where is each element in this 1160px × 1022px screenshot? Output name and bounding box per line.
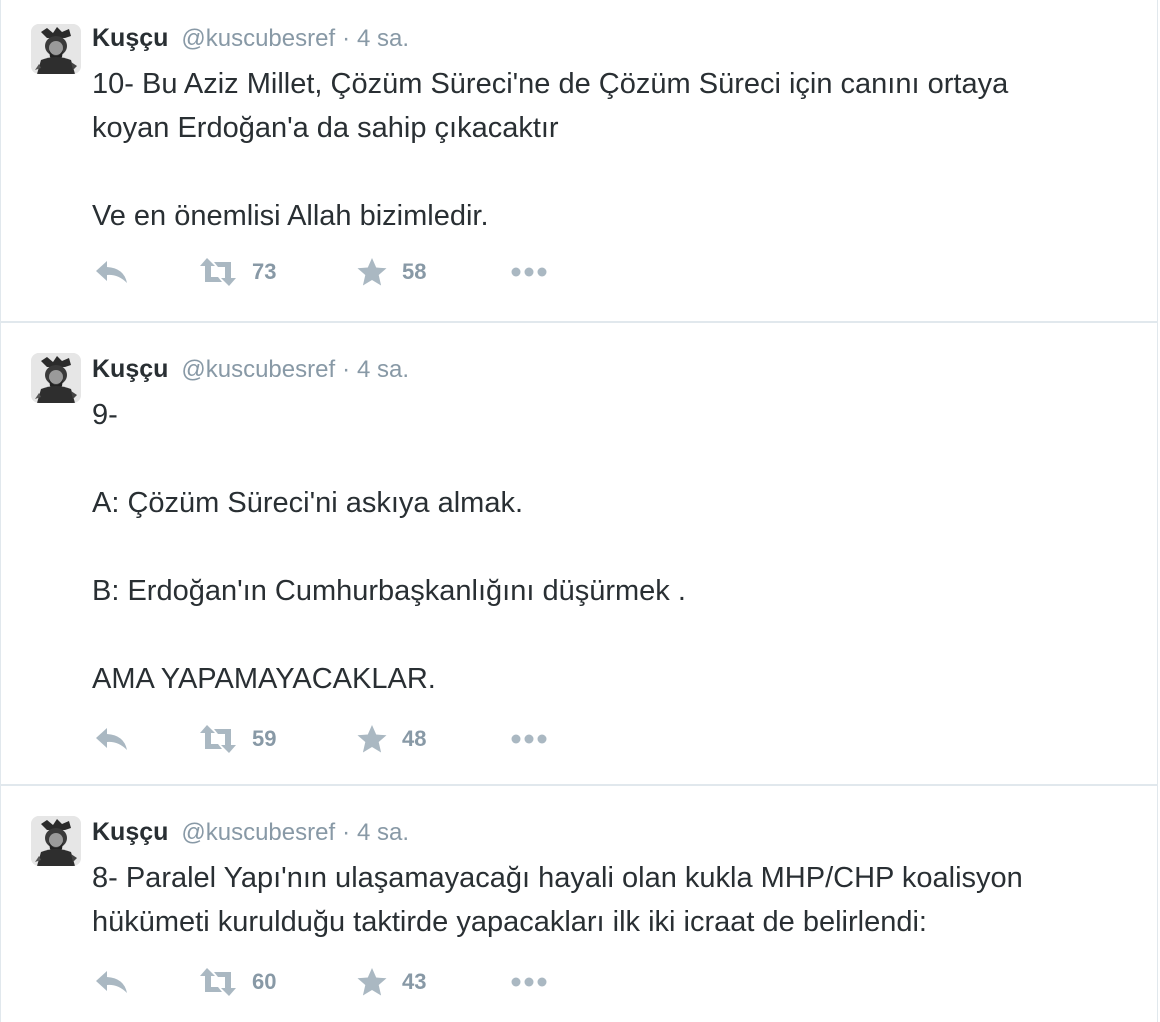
- meta-separator: ·: [342, 25, 351, 52]
- favorite-button[interactable]: 48: [356, 719, 426, 759]
- favorite-count: 43: [402, 969, 427, 994]
- tweet-text-line: [92, 437, 1137, 481]
- more-dots-icon: [511, 977, 547, 987]
- reply-button[interactable]: [94, 252, 130, 292]
- avatar[interactable]: [31, 816, 81, 866]
- tweet-text-line: [92, 150, 1137, 194]
- favorite-button[interactable]: 43: [356, 962, 426, 1002]
- more-dots-icon: [511, 734, 547, 744]
- user-fullname[interactable]: Kuşçu: [92, 818, 168, 846]
- reply-icon: [96, 971, 127, 993]
- user-fullname[interactable]: Kuşçu: [92, 24, 168, 52]
- tweet-text-line: 8- Paralel Yapı'nın ulaşamayacağı hayali…: [92, 862, 1023, 894]
- tweet-actions: 60 43: [92, 962, 572, 1002]
- retweet-icon: [200, 725, 236, 753]
- tweet-header: Kuşçu @kuscubesref · 4 sa.: [92, 816, 409, 848]
- meta-separator: ·: [342, 356, 351, 383]
- tweet-text-line: [92, 613, 1137, 657]
- retweet-button[interactable]: 60: [198, 962, 276, 1002]
- user-fullname[interactable]: Kuşçu: [92, 355, 168, 383]
- tweet-timestamp[interactable]: 4 sa.: [357, 356, 409, 383]
- tweet-actions: 59 48: [92, 719, 572, 759]
- favorite-count: 48: [402, 726, 427, 751]
- retweet-button[interactable]: 73: [198, 252, 276, 292]
- tweet-text: 10- Bu Aziz Millet, Çözüm Süreci'ne de Ç…: [92, 62, 1137, 238]
- tweet-header: Kuşçu @kuscubesref · 4 sa.: [92, 353, 409, 385]
- user-handle[interactable]: @kuscubesref: [181, 356, 335, 383]
- tweet-text-line: [92, 525, 1137, 569]
- reply-button[interactable]: [94, 962, 130, 1002]
- retweet-icon: [200, 258, 236, 286]
- tweet[interactable]: Kuşçu @kuscubesref · 4 sa. 8- Paralel Ya…: [0, 786, 1158, 1022]
- favorite-count: 58: [402, 259, 427, 284]
- reply-button[interactable]: [94, 719, 130, 759]
- more-button[interactable]: [510, 719, 550, 759]
- more-button[interactable]: [510, 252, 550, 292]
- tweet-text-line: 10- Bu Aziz Millet, Çözüm Süreci'ne de Ç…: [92, 68, 1009, 100]
- tweet-text: 9- A: Çözüm Süreci'ni askıya almak. B: E…: [92, 393, 1137, 701]
- tweet-timestamp[interactable]: 4 sa.: [357, 819, 409, 846]
- tweet[interactable]: Kuşçu @kuscubesref · 4 sa. 10- Bu Aziz M…: [0, 0, 1158, 323]
- tweet-text-line: AMA YAPAMAYACAKLAR.: [92, 663, 436, 695]
- tweet-actions: 73 58: [92, 252, 572, 292]
- tweet-text-line: A: Çözüm Süreci'ni askıya almak.: [92, 487, 524, 519]
- tweet-timestamp[interactable]: 4 sa.: [357, 25, 409, 52]
- reply-icon: [96, 728, 127, 750]
- tweet-header: Kuşçu @kuscubesref · 4 sa.: [92, 22, 409, 54]
- more-dots-icon: [511, 267, 547, 277]
- user-handle[interactable]: @kuscubesref: [181, 25, 335, 52]
- retweet-button[interactable]: 59: [198, 719, 276, 759]
- tweet-text-line: B: Erdoğan'ın Cumhurbaşkanlığını düşürme…: [92, 575, 686, 607]
- avatar[interactable]: [31, 353, 81, 403]
- star-icon: [357, 258, 387, 286]
- tweet-text: 8- Paralel Yapı'nın ulaşamayacağı hayali…: [92, 856, 1137, 944]
- timeline: Kuşçu @kuscubesref · 4 sa. 10- Bu Aziz M…: [0, 0, 1160, 1022]
- star-icon: [357, 968, 387, 996]
- tweet-text-line: hükümeti kurulduğu taktirde yapacakları …: [92, 906, 927, 938]
- more-button[interactable]: [510, 962, 550, 1002]
- meta-separator: ·: [342, 819, 351, 846]
- tweet-text-line: 9-: [92, 399, 118, 431]
- user-handle[interactable]: @kuscubesref: [181, 819, 335, 846]
- reply-icon: [96, 261, 127, 283]
- tweet-text-line: koyan Erdoğan'a da sahip çıkacaktır: [92, 112, 559, 144]
- tweet[interactable]: Kuşçu @kuscubesref · 4 sa. 9- A: Çözüm S…: [0, 323, 1158, 786]
- star-icon: [357, 725, 387, 753]
- retweet-icon: [200, 968, 236, 996]
- avatar[interactable]: [31, 24, 81, 74]
- favorite-button[interactable]: 58: [356, 252, 426, 292]
- retweet-count: 59: [252, 726, 277, 751]
- retweet-count: 60: [252, 969, 277, 994]
- tweet-text-line: Ve en önemlisi Allah bizimledir.: [92, 200, 489, 232]
- retweet-count: 73: [252, 259, 277, 284]
